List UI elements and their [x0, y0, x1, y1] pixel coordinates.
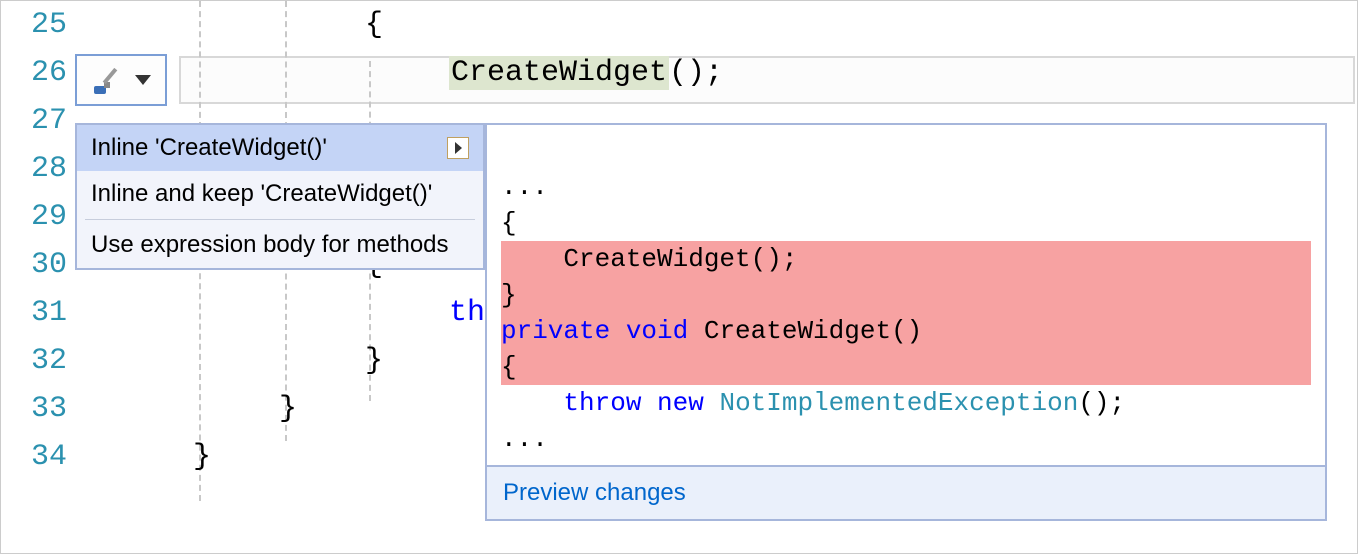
line-number: 27	[1, 97, 77, 145]
menu-separator	[85, 219, 475, 220]
line-number-gutter: 25 26 27 28 29 30 31 32 33 34	[1, 1, 77, 481]
line-number: 30	[1, 241, 77, 289]
qa-item-expression-body[interactable]: Use expression body for methods	[77, 222, 483, 268]
qa-item-label: Inline and keep 'CreateWidget()'	[91, 180, 432, 208]
line-number: 31	[1, 289, 77, 337]
preview-line: {	[501, 208, 517, 238]
qa-item-label: Inline 'CreateWidget()'	[91, 134, 327, 162]
line-number: 34	[1, 433, 77, 481]
method-call-highlight: CreateWidget	[449, 56, 669, 90]
submenu-arrow-icon	[447, 137, 469, 159]
preview-deleted-line: }	[501, 277, 1311, 313]
qa-item-inline-keep[interactable]: Inline and keep 'CreateWidget()'	[77, 171, 483, 217]
quick-actions-menu: Inline 'CreateWidget()' Inline and keep …	[75, 123, 485, 270]
qa-item-label: Use expression body for methods	[91, 231, 449, 259]
line-number: 33	[1, 385, 77, 433]
quick-actions-button[interactable]	[75, 54, 167, 106]
preview-footer: Preview changes	[487, 465, 1325, 519]
code-line: CreateWidget();	[179, 49, 1357, 97]
preview-line: ...	[501, 172, 548, 202]
preview-diff: ... { CreateWidget();}private void Creat…	[487, 125, 1325, 465]
line-number: 29	[1, 193, 77, 241]
qa-item-inline[interactable]: Inline 'CreateWidget()'	[77, 125, 483, 171]
preview-deleted-line: {	[501, 349, 1311, 385]
line-number: 26	[1, 49, 77, 97]
screwdriver-icon	[91, 62, 127, 98]
code-editor[interactable]: 25 26 27 28 29 30 31 32 33 34 { CreateWi…	[1, 1, 1357, 553]
preview-deleted-line: private void CreateWidget()	[501, 313, 1311, 349]
line-number: 25	[1, 1, 77, 49]
chevron-down-icon	[135, 75, 151, 85]
refactor-preview-panel: ... { CreateWidget();}private void Creat…	[485, 123, 1327, 521]
line-number: 28	[1, 145, 77, 193]
line-number: 32	[1, 337, 77, 385]
preview-line: throw new NotImplementedException();	[501, 388, 1125, 418]
preview-line: ...	[501, 424, 548, 454]
preview-changes-link[interactable]: Preview changes	[503, 479, 686, 506]
code-line: {	[179, 1, 1357, 49]
preview-deleted-line: CreateWidget();	[501, 241, 1311, 277]
